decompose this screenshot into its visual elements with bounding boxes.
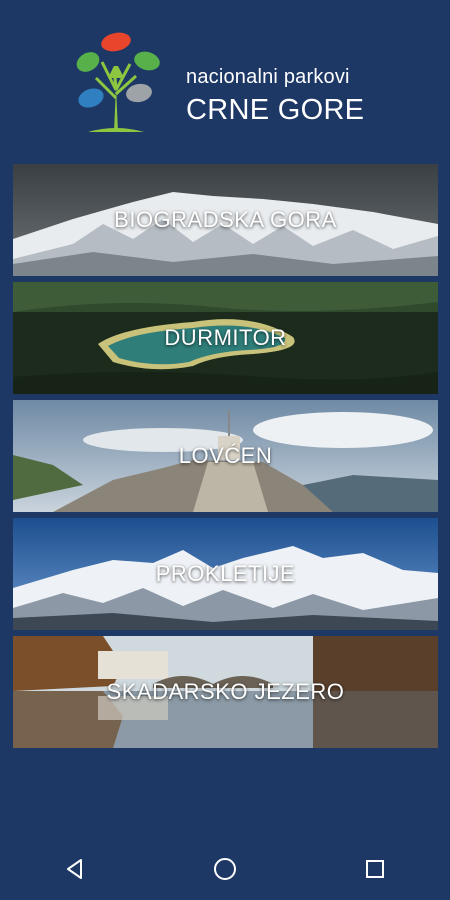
tree-logo-icon [76,32,160,132]
back-button[interactable] [45,844,105,894]
brand-title: CRNE GORE [186,94,365,126]
app-header: nacionalni parkovi CRNE GORE [0,0,450,150]
brand-subtitle: nacionalni parkovi [186,66,350,88]
park-card-durmitor[interactable]: DURMITOR [13,282,438,394]
recents-button[interactable] [345,844,405,894]
park-card-biogradska-gora[interactable]: BIOGRADSKA GORA [13,164,438,276]
park-card-prokletije[interactable]: PROKLETIJE [13,518,438,630]
park-label: BIOGRADSKA GORA [114,207,337,232]
park-label: LOVĆEN [178,443,273,468]
home-button[interactable] [195,844,255,894]
park-list: BIOGRADSKA GORA DURMITOR LOVĆEN PROKLETI… [13,164,438,754]
park-card-lovcen[interactable]: LOVĆEN [13,400,438,512]
system-nav-bar [0,838,450,900]
park-label: PROKLETIJE [155,561,296,586]
recents-square-icon [366,860,384,878]
home-circle-icon [214,858,236,880]
park-label: SKADARSKO JEZERO [106,679,345,704]
park-card-skadarsko-jezero[interactable]: SKADARSKO JEZERO [13,636,438,748]
park-label: DURMITOR [164,325,287,350]
back-triangle-icon [67,859,82,879]
